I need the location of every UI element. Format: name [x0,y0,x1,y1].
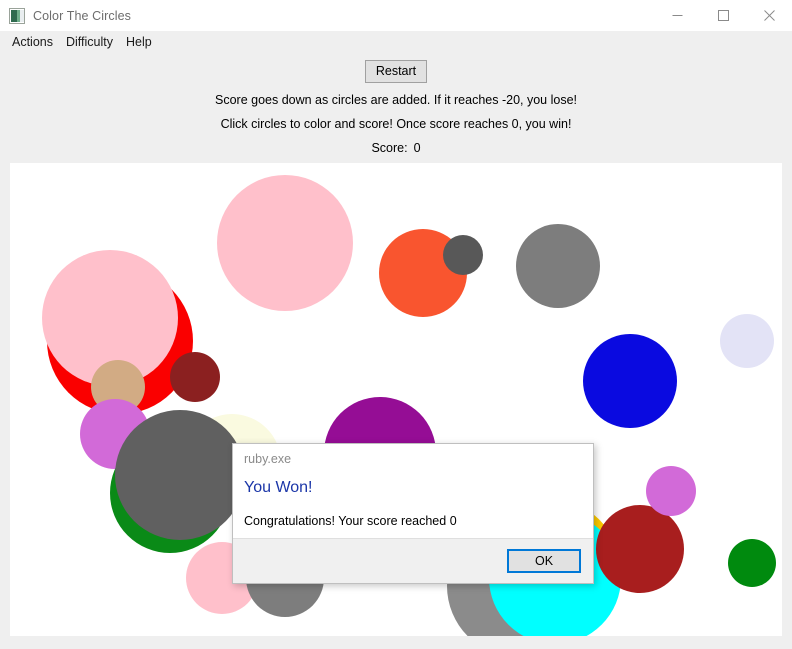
circle-blue[interactable] [583,334,677,428]
game-canvas[interactable]: ruby.exe You Won! Congratulations! Your … [10,163,782,636]
circle-lavender[interactable] [720,314,774,368]
restart-button[interactable]: Restart [364,60,428,83]
menu-item-difficulty[interactable]: Difficulty [60,33,120,51]
dialog-heading: You Won! [244,479,313,496]
circle-gray-big[interactable] [115,410,245,540]
window-title: Color The Circles [33,8,132,23]
circle-orchid-right[interactable] [646,466,696,516]
dialog-ok-button[interactable]: OK [507,549,581,573]
circle-pink-top[interactable] [217,175,353,311]
circle-green-right[interactable] [728,539,776,587]
title-bar: Color The Circles [0,0,792,31]
dialog-footer: OK [233,538,593,583]
menu-item-help[interactable]: Help [120,33,159,51]
dialog-body: You Won! Congratulations! Your score rea… [233,466,593,538]
win-dialog: ruby.exe You Won! Congratulations! Your … [232,443,594,584]
score-label: Score: [371,141,408,155]
score-display: Score: 0 [371,141,420,155]
info-line-win: Click circles to color and score! Once s… [220,117,572,131]
maximize-button[interactable] [700,0,746,31]
menu-item-actions[interactable]: Actions [6,33,60,51]
circle-firebrick[interactable] [596,505,684,593]
close-icon [763,10,775,21]
dialog-title: ruby.exe [244,452,292,466]
game-header: Restart Score goes down as circles are a… [0,52,792,163]
maximize-icon [717,10,729,21]
close-button[interactable] [746,0,792,31]
info-line-lose: Score goes down as circles are added. If… [215,93,577,107]
score-value: 0 [413,141,421,155]
circle-darkgray-small[interactable] [443,235,483,275]
circle-gray-topright[interactable] [516,224,600,308]
application-window: Color The Circles Actions Difficulty Hel… [0,0,792,649]
minimize-icon [672,15,682,16]
minimize-button[interactable] [654,0,700,31]
menu-bar: Actions Difficulty Help [0,31,792,52]
window-controls [654,0,792,31]
circle-darkred-small[interactable] [170,352,220,402]
dialog-message: Congratulations! Your score reached 0 [244,514,457,528]
app-tiles-icon [9,7,25,24]
